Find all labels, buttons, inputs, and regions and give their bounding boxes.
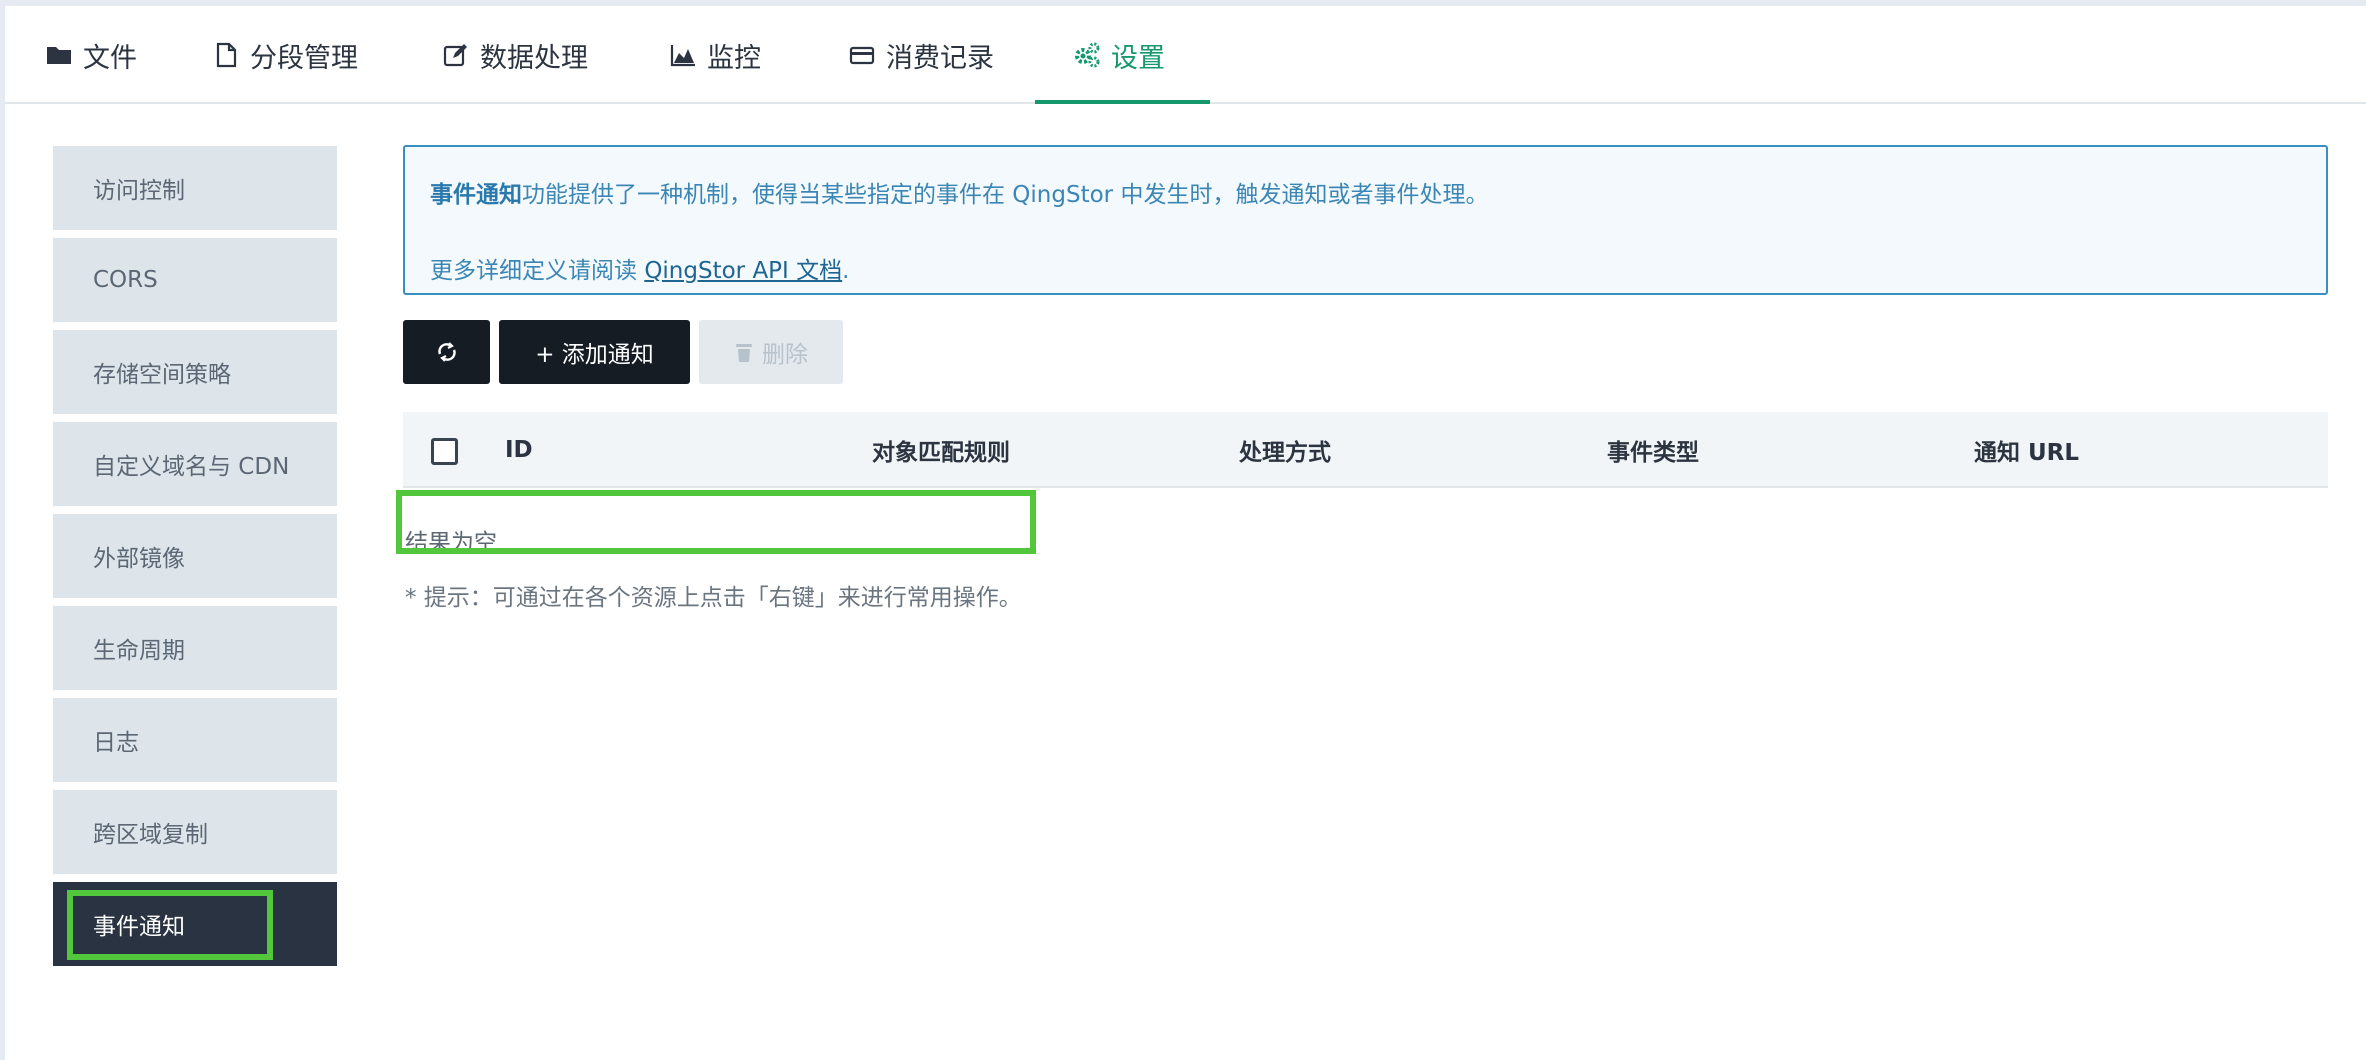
active-tab-indicator <box>1035 100 1210 104</box>
hint-text: * 提示：可通过在各个资源上点击「右键」来进行常用操作。 <box>405 585 1022 611</box>
info-text: 功能提供了一种机制，使得当某些指定的事件在 QingStor 中发生时，触发通知… <box>522 182 1489 208</box>
app-frame: 文件 分段管理 数据处理 监控 消费记录 设置 访问控制 CORS 存储空间策略… <box>5 6 2366 1060</box>
add-notification-label: + 添加通知 <box>535 342 654 368</box>
delete-label: 删除 <box>762 342 808 368</box>
sidebar-item-custom-domain-cdn[interactable]: 自定义域名与 CDN <box>53 422 337 506</box>
table-header: ID 对象匹配规则 处理方式 事件类型 通知 URL <box>403 412 2328 488</box>
sidebar-item-label: 跨区域复制 <box>93 822 208 848</box>
sidebar-item-cross-region-replication[interactable]: 跨区域复制 <box>53 790 337 874</box>
edit-icon <box>443 44 467 67</box>
tab-monitoring[interactable]: 监控 <box>669 6 761 104</box>
info-line-2: 更多详细定义请阅读 QingStor API 文档. <box>430 251 849 285</box>
file-icon <box>216 42 237 68</box>
select-all-checkbox[interactable] <box>431 438 458 465</box>
sidebar-item-label: CORS <box>93 267 158 293</box>
info-strong: 事件通知 <box>430 182 522 208</box>
delete-button[interactable]: 删除 <box>699 320 843 384</box>
credit-card-icon <box>849 46 875 65</box>
sidebar-item-event-notification[interactable]: 事件通知 <box>53 882 337 966</box>
column-header-notification-url[interactable]: 通知 URL <box>1974 412 2079 488</box>
tab-label: 数据处理 <box>480 42 588 74</box>
sidebar-item-label: 访问控制 <box>93 178 185 204</box>
sidebar-item-label: 生命周期 <box>93 638 185 664</box>
sidebar-item-label: 外部镜像 <box>93 546 185 572</box>
gears-icon <box>1075 42 1100 68</box>
refresh-icon <box>437 342 456 362</box>
column-header-processing-method[interactable]: 处理方式 <box>1239 412 1331 488</box>
info-text: 更多详细定义请阅读 <box>430 258 645 284</box>
sidebar-item-lifecycle[interactable]: 生命周期 <box>53 606 337 690</box>
sidebar-item-logging[interactable]: 日志 <box>53 698 337 782</box>
info-line-1: 事件通知功能提供了一种机制，使得当某些指定的事件在 QingStor 中发生时，… <box>430 175 1488 209</box>
area-chart-icon <box>670 45 695 67</box>
column-header-object-match-rule[interactable]: 对象匹配规则 <box>872 412 1010 488</box>
refresh-button[interactable] <box>403 320 490 384</box>
sidebar-item-label: 日志 <box>93 730 139 756</box>
tab-multipart[interactable]: 分段管理 <box>212 6 358 104</box>
tab-files[interactable]: 文件 <box>45 6 137 104</box>
info-text: . <box>842 258 850 284</box>
tab-label: 文件 <box>83 42 137 74</box>
top-tab-bar: 文件 分段管理 数据处理 监控 消费记录 设置 <box>5 6 2366 104</box>
tab-label: 分段管理 <box>250 42 358 74</box>
sidebar-item-label: 事件通知 <box>93 914 185 940</box>
tab-billing[interactable]: 消费记录 <box>848 6 994 104</box>
sidebar-item-label: 存储空间策略 <box>93 362 231 388</box>
trash-icon <box>736 344 752 362</box>
sidebar-item-access-control[interactable]: 访问控制 <box>53 146 337 230</box>
folder-icon <box>47 47 71 64</box>
tab-label: 消费记录 <box>886 42 994 74</box>
empty-result-text: 结果为空 <box>405 530 497 556</box>
sidebar-item-bucket-policy[interactable]: 存储空间策略 <box>53 330 337 414</box>
tab-label: 监控 <box>707 42 761 74</box>
sidebar-item-label: 自定义域名与 CDN <box>93 454 290 480</box>
api-doc-link[interactable]: QingStor API 文档 <box>644 258 842 284</box>
tab-data-processing[interactable]: 数据处理 <box>442 6 588 104</box>
add-notification-button[interactable]: + 添加通知 <box>499 320 690 384</box>
sidebar-item-external-mirror[interactable]: 外部镜像 <box>53 514 337 598</box>
info-panel: 事件通知功能提供了一种机制，使得当某些指定的事件在 QingStor 中发生时，… <box>403 145 2328 295</box>
sidebar-item-cors[interactable]: CORS <box>53 238 337 322</box>
column-header-id[interactable]: ID <box>505 412 533 488</box>
column-header-event-type[interactable]: 事件类型 <box>1607 412 1699 488</box>
tab-settings[interactable]: 设置 <box>1073 6 1165 104</box>
tab-label: 设置 <box>1111 42 1165 74</box>
